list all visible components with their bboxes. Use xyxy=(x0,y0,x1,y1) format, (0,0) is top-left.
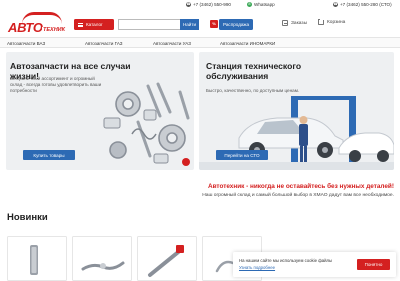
cookie-more-link[interactable]: Узнать подробнее xyxy=(239,265,275,270)
phone-contact[interactable]: ☎ +7 (3462) 550-990 xyxy=(186,2,231,7)
product-card[interactable] xyxy=(7,236,67,281)
cookie-text: На нашем сайте мы используем cookie файл… xyxy=(239,258,333,263)
product-card[interactable] xyxy=(72,236,132,281)
cart-icon xyxy=(317,19,324,25)
buy-goods-button[interactable]: Купить товары xyxy=(23,150,75,160)
menu-icon xyxy=(78,22,83,27)
phone-icon: ☎ xyxy=(333,2,338,7)
contact-bar: ☎ +7 (3462) 550-990 ✆ Whatsapp ☎ +7 (346… xyxy=(0,0,400,11)
cart-label: Корзина xyxy=(327,20,346,25)
product-card[interactable] xyxy=(137,236,197,281)
cart-link[interactable]: Корзина xyxy=(317,19,346,25)
phone-icon: ☎ xyxy=(186,2,191,7)
slogan-heading: Автотехник - никогда не оставайтесь без … xyxy=(207,183,394,190)
category-link-foreign[interactable]: Автозапчасти ИНОМАРКИ xyxy=(220,41,275,46)
phone-number[interactable]: +7 (3462) 550-990 xyxy=(193,2,231,7)
site-logo[interactable]: АВТО ТЕХНИК xyxy=(8,12,72,35)
category-nav: Автозапчасти ВАЗ Автозапчасти ГАЗ Автоза… xyxy=(0,37,400,48)
category-link-gaz[interactable]: Автозапчасти ГАЗ xyxy=(85,41,123,46)
service-banner-title: Станция технического обслуживания xyxy=(206,61,302,81)
service-phone-number[interactable]: +7 (3462) 550-280 (СТО) xyxy=(340,2,392,7)
whatsapp-icon: ✆ xyxy=(247,2,252,7)
slogan-subtext: Наш огромный склад и самый большой выбор… xyxy=(202,193,394,198)
auto-parts-image xyxy=(103,82,190,166)
go-to-service-button[interactable]: Перейти на СТО xyxy=(216,150,268,160)
cookie-notice: На нашем сайте мы используем cookie файл… xyxy=(233,252,396,277)
search-button[interactable]: Найти xyxy=(180,19,199,30)
orders-icon xyxy=(282,20,288,26)
sale-badge[interactable]: % xyxy=(210,20,218,28)
whatsapp-contact[interactable]: ✆ Whatsapp xyxy=(247,2,275,7)
service-banner[interactable]: Станция технического обслуживания Быстро… xyxy=(199,52,394,170)
orders-label: Заказы xyxy=(291,20,308,26)
logo-subtext: ТЕХНИК xyxy=(42,27,67,33)
product-image xyxy=(148,245,184,277)
orders-link[interactable]: Заказы xyxy=(282,20,307,26)
new-arrivals-title: Новинки xyxy=(7,212,48,223)
parts-banner[interactable]: Автозапчасти на все случаи жизни! Безгра… xyxy=(6,52,194,170)
product-image xyxy=(81,261,125,271)
search-input[interactable] xyxy=(118,19,180,30)
whatsapp-label[interactable]: Whatsapp xyxy=(254,2,275,7)
catalog-button[interactable]: Каталог xyxy=(74,19,114,30)
service-phone-contact[interactable]: ☎ +7 (3462) 550-280 (СТО) xyxy=(333,2,392,7)
category-link-uaz[interactable]: Автозапчасти УАЗ xyxy=(153,41,191,46)
category-link-vaz[interactable]: Автозапчасти ВАЗ xyxy=(7,41,45,46)
logo-text: АВТО xyxy=(8,20,43,35)
parts-banner-text: Безграничный ассортимент и огромный скла… xyxy=(10,76,102,93)
product-image xyxy=(30,245,38,275)
cookie-accept-button[interactable]: Понятно xyxy=(357,259,390,270)
catalog-label: Каталог xyxy=(86,22,103,27)
sale-button[interactable]: Распродажа xyxy=(219,19,253,30)
